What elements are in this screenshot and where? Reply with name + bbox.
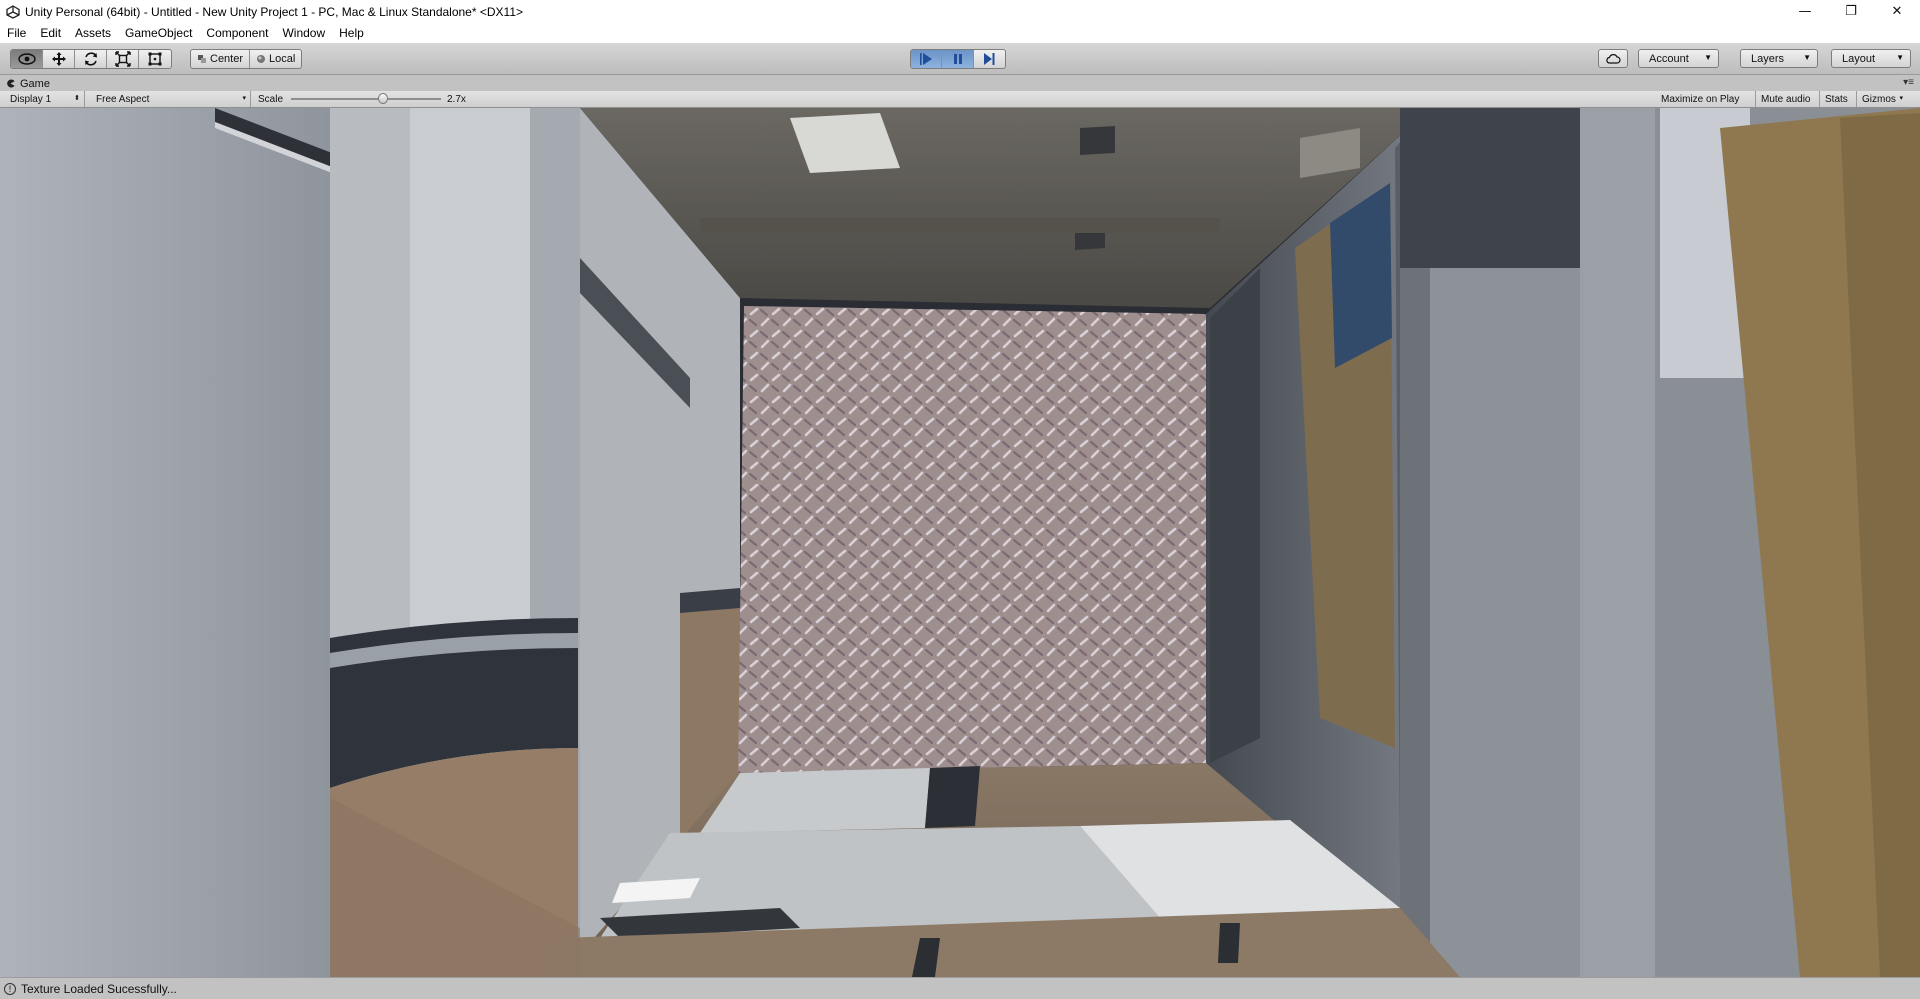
pivot-toggles: Center Local xyxy=(190,49,303,69)
menu-edit[interactable]: Edit xyxy=(33,26,68,40)
main-toolbar: Center Local Account ▼ Layers ▼ Layout ▼ xyxy=(0,43,1920,75)
cloud-button[interactable] xyxy=(1598,49,1628,68)
rect-icon xyxy=(148,52,162,66)
move-tool-button[interactable] xyxy=(43,50,75,68)
menu-window[interactable]: Window xyxy=(275,26,332,40)
eye-icon xyxy=(17,53,36,65)
pivot-local-label: Local xyxy=(269,53,296,65)
scale-tool-button[interactable] xyxy=(107,50,139,68)
title-bar: Unity Personal (64bit) - Untitled - New … xyxy=(0,0,1920,23)
play-icon xyxy=(920,53,933,65)
close-button[interactable]: ✕ xyxy=(1874,0,1920,23)
gizmos-label: Gizmos xyxy=(1862,93,1896,105)
aspect-label: Free Aspect xyxy=(96,93,150,105)
status-bar: ! Texture Loaded Sucessfully... xyxy=(0,977,1920,999)
info-icon: ! xyxy=(4,982,16,995)
updown-icon: ⬍ xyxy=(74,95,80,102)
move-arrows-icon xyxy=(51,52,66,66)
aspect-dropdown[interactable]: Free Aspect ▾ xyxy=(91,91,251,107)
chevron-down-icon: ▼ xyxy=(1803,53,1811,62)
layout-dropdown[interactable]: Layout ▼ xyxy=(1831,49,1911,68)
unity-logo-icon xyxy=(6,4,20,19)
play-button[interactable] xyxy=(911,50,943,68)
tab-game-label: Game xyxy=(20,77,50,90)
chevron-down-icon: ▾ xyxy=(1899,95,1903,102)
pivot-center-label: Center xyxy=(210,53,244,65)
transform-tools xyxy=(10,49,172,69)
rotate-tool-button[interactable] xyxy=(75,50,107,68)
chevron-down-icon: ▼ xyxy=(1704,53,1712,62)
display-label: Display 1 xyxy=(10,93,52,105)
pivot-center-icon xyxy=(198,55,206,63)
layers-label: Layers xyxy=(1751,52,1785,65)
step-button[interactable] xyxy=(974,50,1005,68)
game-view-toolbar: Display 1 ⬍ Free Aspect ▾ Scale 2.7x Max… xyxy=(0,91,1920,108)
panel-menu-icon[interactable]: ▾≡ xyxy=(1903,77,1914,88)
cloud-icon xyxy=(1606,53,1621,64)
maximize-button[interactable]: ❐ xyxy=(1828,0,1874,23)
menu-gameobject[interactable]: GameObject xyxy=(118,26,199,40)
scale-label: Scale xyxy=(258,93,284,105)
minimize-button[interactable]: — xyxy=(1782,0,1828,23)
scale-slider-track[interactable] xyxy=(291,98,441,100)
menu-file[interactable]: File xyxy=(0,26,33,40)
menu-component[interactable]: Component xyxy=(199,26,275,40)
display-dropdown[interactable]: Display 1 ⬍ xyxy=(5,91,85,107)
account-dropdown[interactable]: Account ▼ xyxy=(1638,49,1719,68)
mute-audio-toggle[interactable]: Mute audio xyxy=(1756,91,1820,107)
menu-help[interactable]: Help xyxy=(332,26,371,40)
scale-icon xyxy=(114,51,131,67)
tab-game[interactable]: Game xyxy=(6,76,50,91)
scene-render xyxy=(0,108,1920,977)
pivot-center-button[interactable]: Center xyxy=(191,50,251,68)
rotate-icon xyxy=(84,52,97,66)
hand-tool-button[interactable] xyxy=(11,50,43,68)
pause-icon xyxy=(953,54,962,64)
pacman-icon xyxy=(7,79,15,88)
window-controls: — ❐ ✕ xyxy=(1782,0,1920,23)
game-tab-bar: Game ▾≡ xyxy=(0,76,1920,91)
menu-assets[interactable]: Assets xyxy=(68,26,118,40)
gizmos-dropdown[interactable]: Gizmos ▾ xyxy=(1857,91,1907,107)
rect-tool-button[interactable] xyxy=(139,50,171,68)
step-icon xyxy=(984,53,995,65)
account-label: Account xyxy=(1649,52,1689,65)
menu-bar: File Edit Assets GameObject Component Wi… xyxy=(0,23,1920,43)
pause-button[interactable] xyxy=(942,50,974,68)
play-controls xyxy=(910,49,1006,69)
game-viewport[interactable] xyxy=(0,108,1920,977)
chevron-down-icon: ▼ xyxy=(1896,53,1904,62)
window-title: Unity Personal (64bit) - Untitled - New … xyxy=(25,4,523,19)
chevron-down-icon: ▾ xyxy=(242,95,246,102)
scale-slider-handle[interactable] xyxy=(378,93,388,104)
layers-dropdown[interactable]: Layers ▼ xyxy=(1740,49,1818,68)
scale-value: 2.7x xyxy=(447,93,466,105)
maximize-on-play-toggle[interactable]: Maximize on Play xyxy=(1656,91,1756,107)
local-space-icon xyxy=(257,55,266,63)
status-message[interactable]: Texture Loaded Sucessfully... xyxy=(21,982,177,996)
pivot-local-button[interactable]: Local xyxy=(250,50,301,68)
stats-toggle[interactable]: Stats xyxy=(1820,91,1857,107)
layout-label: Layout xyxy=(1842,52,1876,65)
